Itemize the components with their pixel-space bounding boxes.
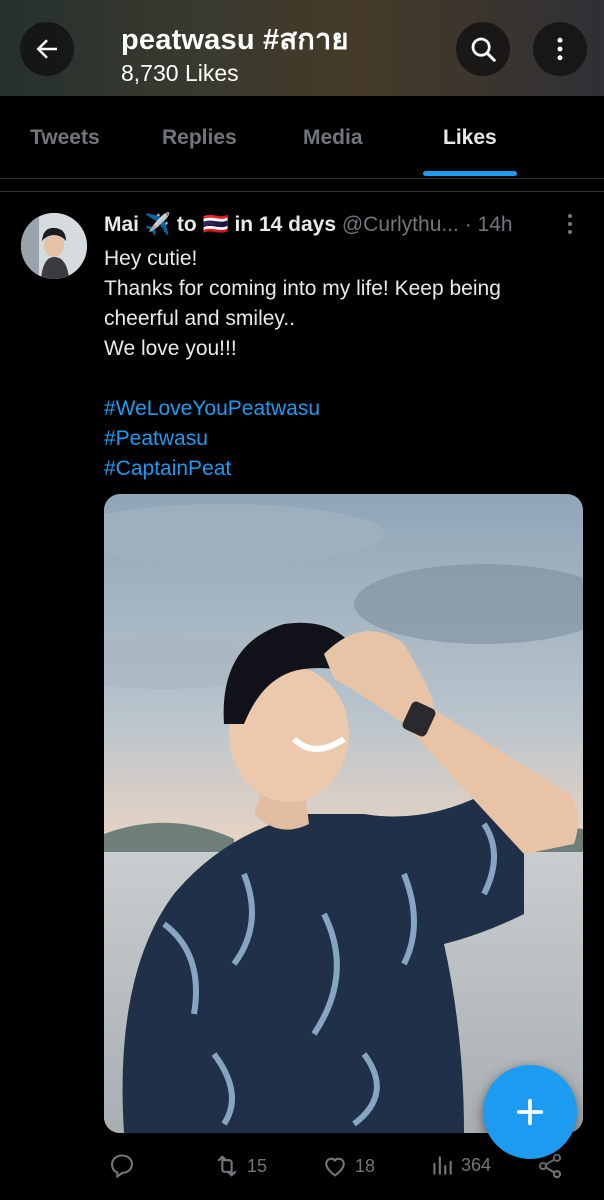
like-button[interactable]: 18 [321,1152,375,1180]
retweet-button[interactable]: 15 [213,1152,267,1180]
more-options-button[interactable] [533,22,587,76]
more-vertical-icon [557,37,563,61]
search-button[interactable] [456,22,510,76]
author-handle[interactable]: @Curlythu... [342,213,459,236]
retweet-icon [217,1155,237,1177]
divider [0,191,604,192]
more-vertical-icon [568,214,572,234]
views-button[interactable]: 364 [429,1152,491,1178]
plus-icon [516,1098,544,1126]
back-button[interactable] [20,22,74,76]
tweet-line: Thanks for coming into my life! Keep bei… [104,277,501,330]
tweet-time: · 14h [464,213,513,236]
heart-icon [325,1157,345,1177]
active-tab-indicator [423,171,517,176]
likes-count: 8,730 Likes [121,60,239,86]
tab-tweets[interactable]: Tweets [30,126,100,150]
back-arrow-icon [36,39,57,59]
hashtag-link[interactable]: #CaptainPeat [104,454,574,484]
tweet-more-button[interactable] [563,212,577,243]
tweet-line: We love you!!! [104,337,237,360]
reply-button[interactable] [108,1152,142,1180]
retweet-count: 15 [247,1155,268,1176]
avatar[interactable] [21,213,87,279]
profile-tabs: Tweets Replies Media Likes [0,96,604,179]
tab-likes[interactable]: Likes [443,126,497,150]
search-icon [471,37,496,62]
tweet-line: Hey cutie! [104,247,198,270]
tweet-header: Mai ✈️ to 🇹🇭 in 14 days @Curlythu... · 1… [104,213,594,243]
profile-header: peatwasu #สกาย 8,730 Likes [0,0,604,96]
views-chart-icon [433,1156,452,1175]
tweet-photo[interactable] [104,494,583,1133]
hashtag-link[interactable]: #Peatwasu [104,424,574,454]
profile-title: peatwasu #สกาย [121,24,349,56]
author-name[interactable]: Mai ✈️ to 🇹🇭 in 14 days [104,213,336,236]
tab-replies[interactable]: Replies [162,126,237,150]
reply-icon [111,1154,133,1179]
compose-tweet-button[interactable] [483,1065,577,1159]
photo-image [104,494,583,1133]
tweet-body: Hey cutie! Thanks for coming into my lif… [104,244,574,484]
tab-media[interactable]: Media [303,126,363,150]
like-count: 18 [355,1155,376,1176]
avatar-image [21,213,87,279]
view-count: 364 [461,1154,492,1175]
hashtag-link[interactable]: #WeLoveYouPeatwasu [104,394,574,424]
